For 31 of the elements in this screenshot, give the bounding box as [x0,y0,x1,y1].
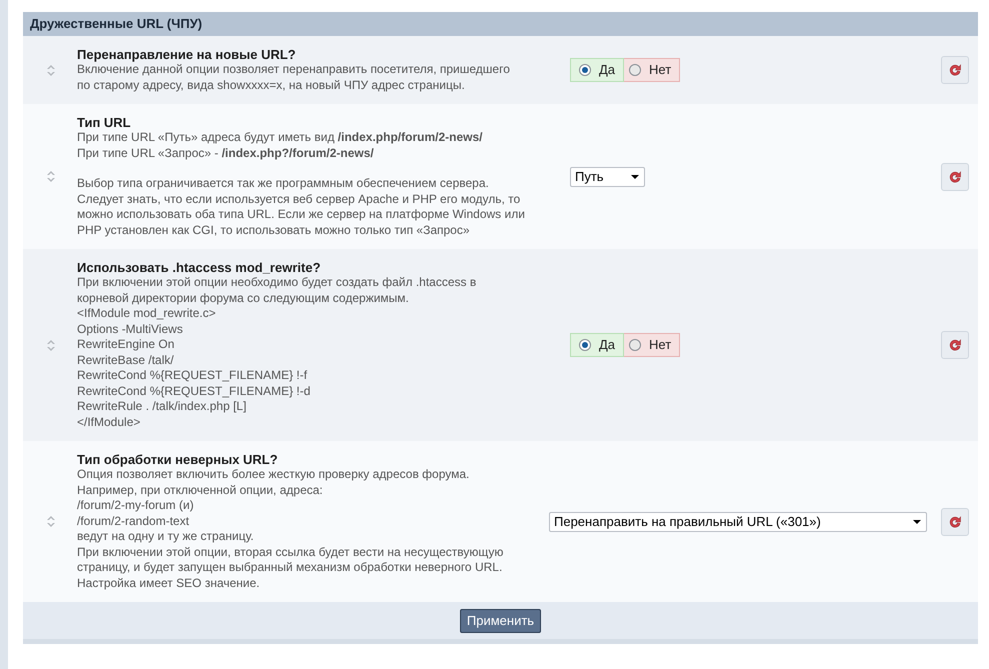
setting-description: Опция позволяет включить более жесткую проверку адресов форума. [77,467,470,482]
setting-description: Выбор типа ограничивается так же программным обеспечением сервера. Следует знать, что если используется веб сервер Apache и PHP его модуль, то можно использовать оба типа URL. Если же сервер на платформе Windows или PHP установлен как CGI, то использовать можно только тип «Запрос» [77,176,526,238]
setting-description: При типе URL «Запрос» - /index.php?/forum/2-news/ [77,146,375,161]
setting-description: RewriteCond %{REQUEST_FILENAME} !-f [77,368,308,384]
setting-description: ведут на одну и ту же страницу. [77,529,255,544]
setting-title: Тип URL [77,115,131,130]
section-title: Дружественные URL (ЧПУ) [30,15,202,34]
setting-title: Тип обработки неверных URL? [77,452,278,467]
radio-option[interactable]: Нет [624,58,680,82]
apply-button[interactable]: Применить [460,608,542,632]
setting-description: RewriteCond %{REQUEST_FILENAME} !-d [77,384,312,399]
setting-description: RewriteRule . /talk/index.php [L] [77,399,248,414]
setting-description: </IfModule> [77,414,142,430]
setting-description: RewriteEngine On [77,337,176,352]
setting-description: Options -MultiViews [77,322,184,337]
radio-option[interactable]: Да [570,333,624,357]
dropdown[interactable]: Перенаправить на правильный URL («301») [549,512,927,532]
setting-title: Перенаправление на новые URL? [77,47,296,62]
dropdown[interactable]: Путь [570,166,645,186]
setting-description: /forum/2-my-forum (и) [77,498,195,514]
setting-description: Например, при отключенной опции, адреса: [77,482,324,498]
setting-title: Использовать .htaccess mod_rewrite? [77,260,321,275]
radio-option[interactable]: Да [570,58,624,82]
setting-description: При включении этой опции, вторая ссылка будет вести на несуществующую страницу, и будет запущен выбранный механизм обработки неверного URL. Настройка имеет SEO значение. [77,544,504,591]
setting-description: Включение данной опции позволяет перенаправить посетителя, пришедшего по старому адресу, вида showxxxx=x, на новый ЧПУ адрес страницы. [77,62,511,93]
setting-description: RewriteBase /talk/ [77,352,175,368]
setting-description: /forum/2-random-text [77,514,190,529]
radio-option[interactable]: Нет [624,333,680,357]
setting-description: <IfModule mod_rewrite.c> [77,306,217,322]
setting-description: При типе URL «Путь» адреса будут иметь вид /index.php/forum/2-news/ [77,130,484,146]
setting-description: При включении этой опции необходимо будет создать файл .htaccess в корневой директории форума со следующим содержимым. [77,275,478,306]
